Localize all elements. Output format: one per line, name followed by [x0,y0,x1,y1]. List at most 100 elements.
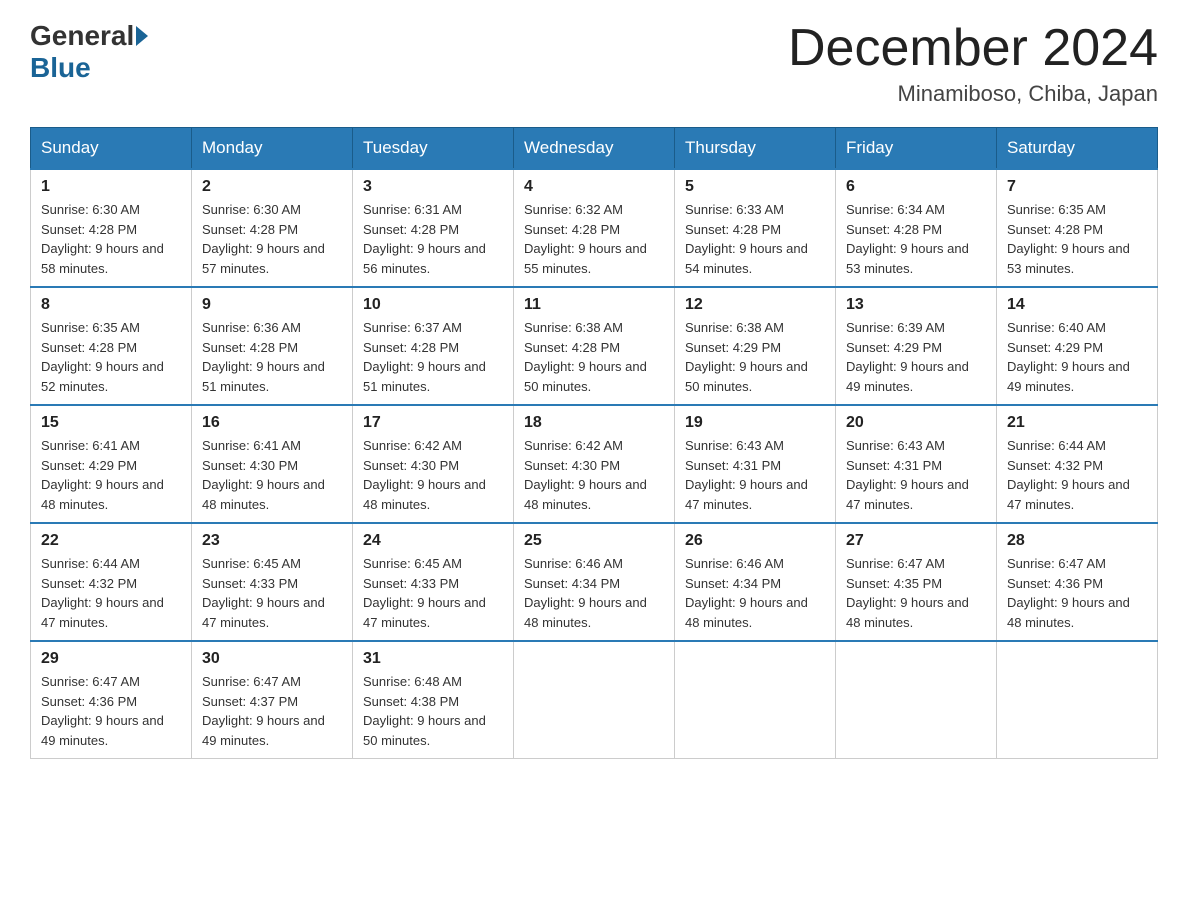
day-cell: 6 Sunrise: 6:34 AM Sunset: 4:28 PM Dayli… [836,169,997,287]
day-info: Sunrise: 6:37 AM Sunset: 4:28 PM Dayligh… [363,318,503,396]
day-info: Sunrise: 6:47 AM Sunset: 4:37 PM Dayligh… [202,672,342,750]
day-cell [675,641,836,759]
day-number: 12 [685,296,825,314]
day-number: 3 [363,178,503,196]
day-cell: 15 Sunrise: 6:41 AM Sunset: 4:29 PM Dayl… [31,405,192,523]
day-number: 2 [202,178,342,196]
day-number: 31 [363,650,503,668]
day-number: 22 [41,532,181,550]
day-cell: 24 Sunrise: 6:45 AM Sunset: 4:33 PM Dayl… [353,523,514,641]
day-info: Sunrise: 6:39 AM Sunset: 4:29 PM Dayligh… [846,318,986,396]
day-number: 27 [846,532,986,550]
day-cell: 14 Sunrise: 6:40 AM Sunset: 4:29 PM Dayl… [997,287,1158,405]
day-cell: 2 Sunrise: 6:30 AM Sunset: 4:28 PM Dayli… [192,169,353,287]
day-info: Sunrise: 6:41 AM Sunset: 4:30 PM Dayligh… [202,436,342,514]
day-cell: 27 Sunrise: 6:47 AM Sunset: 4:35 PM Dayl… [836,523,997,641]
day-cell: 13 Sunrise: 6:39 AM Sunset: 4:29 PM Dayl… [836,287,997,405]
logo-general-text: General [30,20,134,52]
day-number: 25 [524,532,664,550]
day-cell [514,641,675,759]
day-cell: 30 Sunrise: 6:47 AM Sunset: 4:37 PM Dayl… [192,641,353,759]
week-row-5: 29 Sunrise: 6:47 AM Sunset: 4:36 PM Dayl… [31,641,1158,759]
day-cell [836,641,997,759]
day-info: Sunrise: 6:43 AM Sunset: 4:31 PM Dayligh… [685,436,825,514]
day-cell: 17 Sunrise: 6:42 AM Sunset: 4:30 PM Dayl… [353,405,514,523]
calendar-header: Sunday Monday Tuesday Wednesday Thursday… [31,128,1158,170]
day-info: Sunrise: 6:40 AM Sunset: 4:29 PM Dayligh… [1007,318,1147,396]
day-info: Sunrise: 6:33 AM Sunset: 4:28 PM Dayligh… [685,200,825,278]
day-number: 18 [524,414,664,432]
day-info: Sunrise: 6:30 AM Sunset: 4:28 PM Dayligh… [202,200,342,278]
day-number: 4 [524,178,664,196]
day-cell: 25 Sunrise: 6:46 AM Sunset: 4:34 PM Dayl… [514,523,675,641]
day-info: Sunrise: 6:41 AM Sunset: 4:29 PM Dayligh… [41,436,181,514]
day-info: Sunrise: 6:38 AM Sunset: 4:28 PM Dayligh… [524,318,664,396]
logo: General Blue [30,20,150,84]
month-title: December 2024 [788,20,1158,77]
day-cell: 16 Sunrise: 6:41 AM Sunset: 4:30 PM Dayl… [192,405,353,523]
day-number: 1 [41,178,181,196]
day-info: Sunrise: 6:44 AM Sunset: 4:32 PM Dayligh… [1007,436,1147,514]
day-info: Sunrise: 6:48 AM Sunset: 4:38 PM Dayligh… [363,672,503,750]
day-cell: 1 Sunrise: 6:30 AM Sunset: 4:28 PM Dayli… [31,169,192,287]
day-info: Sunrise: 6:35 AM Sunset: 4:28 PM Dayligh… [1007,200,1147,278]
logo-blue-text: Blue [30,52,91,83]
day-info: Sunrise: 6:38 AM Sunset: 4:29 PM Dayligh… [685,318,825,396]
day-number: 19 [685,414,825,432]
day-cell: 7 Sunrise: 6:35 AM Sunset: 4:28 PM Dayli… [997,169,1158,287]
logo-arrow-icon [136,26,148,46]
day-cell: 26 Sunrise: 6:46 AM Sunset: 4:34 PM Dayl… [675,523,836,641]
day-cell: 19 Sunrise: 6:43 AM Sunset: 4:31 PM Dayl… [675,405,836,523]
day-number: 20 [846,414,986,432]
day-info: Sunrise: 6:34 AM Sunset: 4:28 PM Dayligh… [846,200,986,278]
col-tuesday: Tuesday [353,128,514,170]
day-number: 16 [202,414,342,432]
col-monday: Monday [192,128,353,170]
day-number: 15 [41,414,181,432]
day-cell: 11 Sunrise: 6:38 AM Sunset: 4:28 PM Dayl… [514,287,675,405]
day-cell: 12 Sunrise: 6:38 AM Sunset: 4:29 PM Dayl… [675,287,836,405]
day-info: Sunrise: 6:47 AM Sunset: 4:35 PM Dayligh… [846,554,986,632]
header-row: Sunday Monday Tuesday Wednesday Thursday… [31,128,1158,170]
day-number: 14 [1007,296,1147,314]
day-info: Sunrise: 6:46 AM Sunset: 4:34 PM Dayligh… [524,554,664,632]
day-number: 10 [363,296,503,314]
day-info: Sunrise: 6:45 AM Sunset: 4:33 PM Dayligh… [202,554,342,632]
day-info: Sunrise: 6:46 AM Sunset: 4:34 PM Dayligh… [685,554,825,632]
day-info: Sunrise: 6:47 AM Sunset: 4:36 PM Dayligh… [1007,554,1147,632]
day-number: 9 [202,296,342,314]
week-row-2: 8 Sunrise: 6:35 AM Sunset: 4:28 PM Dayli… [31,287,1158,405]
day-number: 30 [202,650,342,668]
day-info: Sunrise: 6:31 AM Sunset: 4:28 PM Dayligh… [363,200,503,278]
calendar-table: Sunday Monday Tuesday Wednesday Thursday… [30,127,1158,759]
day-number: 6 [846,178,986,196]
col-sunday: Sunday [31,128,192,170]
day-info: Sunrise: 6:36 AM Sunset: 4:28 PM Dayligh… [202,318,342,396]
day-info: Sunrise: 6:42 AM Sunset: 4:30 PM Dayligh… [524,436,664,514]
day-info: Sunrise: 6:32 AM Sunset: 4:28 PM Dayligh… [524,200,664,278]
day-cell: 21 Sunrise: 6:44 AM Sunset: 4:32 PM Dayl… [997,405,1158,523]
day-cell: 5 Sunrise: 6:33 AM Sunset: 4:28 PM Dayli… [675,169,836,287]
week-row-4: 22 Sunrise: 6:44 AM Sunset: 4:32 PM Dayl… [31,523,1158,641]
day-cell: 10 Sunrise: 6:37 AM Sunset: 4:28 PM Dayl… [353,287,514,405]
day-cell: 3 Sunrise: 6:31 AM Sunset: 4:28 PM Dayli… [353,169,514,287]
week-row-1: 1 Sunrise: 6:30 AM Sunset: 4:28 PM Dayli… [31,169,1158,287]
location-label: Minamiboso, Chiba, Japan [788,81,1158,107]
day-cell: 4 Sunrise: 6:32 AM Sunset: 4:28 PM Dayli… [514,169,675,287]
day-info: Sunrise: 6:42 AM Sunset: 4:30 PM Dayligh… [363,436,503,514]
day-info: Sunrise: 6:43 AM Sunset: 4:31 PM Dayligh… [846,436,986,514]
day-info: Sunrise: 6:47 AM Sunset: 4:36 PM Dayligh… [41,672,181,750]
day-cell: 18 Sunrise: 6:42 AM Sunset: 4:30 PM Dayl… [514,405,675,523]
col-wednesday: Wednesday [514,128,675,170]
day-info: Sunrise: 6:44 AM Sunset: 4:32 PM Dayligh… [41,554,181,632]
day-cell: 29 Sunrise: 6:47 AM Sunset: 4:36 PM Dayl… [31,641,192,759]
day-number: 17 [363,414,503,432]
day-cell: 23 Sunrise: 6:45 AM Sunset: 4:33 PM Dayl… [192,523,353,641]
col-thursday: Thursday [675,128,836,170]
week-row-3: 15 Sunrise: 6:41 AM Sunset: 4:29 PM Dayl… [31,405,1158,523]
day-number: 13 [846,296,986,314]
day-number: 28 [1007,532,1147,550]
page-header: General Blue December 2024 Minamiboso, C… [30,20,1158,107]
day-info: Sunrise: 6:45 AM Sunset: 4:33 PM Dayligh… [363,554,503,632]
day-number: 8 [41,296,181,314]
